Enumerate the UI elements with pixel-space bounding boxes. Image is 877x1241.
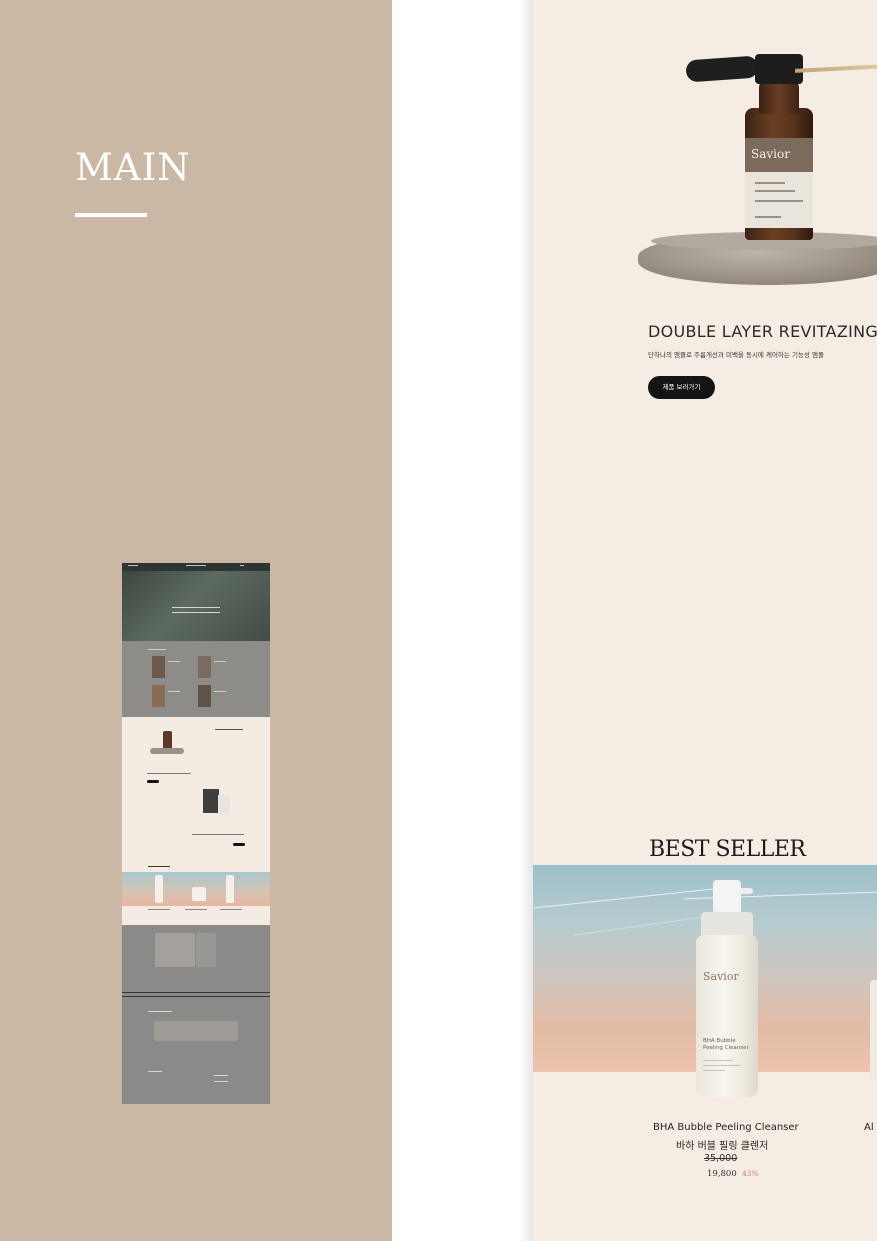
discount-badge: 43%	[742, 1169, 759, 1178]
foam-bottle-brand: Savior	[703, 970, 739, 983]
thumb-hero	[122, 571, 270, 641]
main-page: Savior DOUBLE LAYER REVITAZING SE 단하나의 앰…	[533, 0, 877, 1241]
thumb-story-section	[122, 641, 270, 717]
product-title: DOUBLE LAYER REVITAZING SE	[648, 322, 877, 341]
panel-title: MAIN	[75, 146, 191, 189]
foam-bottle-name: BHA Bubble Peeling Cleanser	[703, 1038, 749, 1051]
bottle-label-brand: Savior	[751, 147, 790, 161]
thumb-nav	[122, 563, 270, 571]
thumb-best-seller-section	[122, 863, 270, 925]
product-name-en-2[interactable]: Al	[864, 1122, 874, 1133]
panel-title-underline	[75, 213, 147, 217]
product-description: 단하나의 앰플로 주름개선과 미백을 동시에 케어하는 기능성 앰플	[648, 351, 824, 359]
left-panel: MAIN	[0, 0, 392, 1241]
page-shadow	[518, 0, 534, 1241]
original-price: 35,000	[704, 1153, 738, 1164]
sale-price: 19,800	[707, 1169, 737, 1179]
thumb-review-section	[122, 925, 270, 1104]
view-product-button[interactable]: 제품 보러가기	[648, 376, 715, 399]
best-seller-title: BEST SELLER	[649, 837, 806, 862]
product-name-ko[interactable]: 바하 버블 필링 클렌저	[676, 1137, 768, 1152]
thumb-new-product-section	[122, 717, 270, 863]
product-name-en[interactable]: BHA Bubble Peeling Cleanser	[653, 1122, 799, 1133]
page-thumbnail	[122, 563, 270, 1104]
